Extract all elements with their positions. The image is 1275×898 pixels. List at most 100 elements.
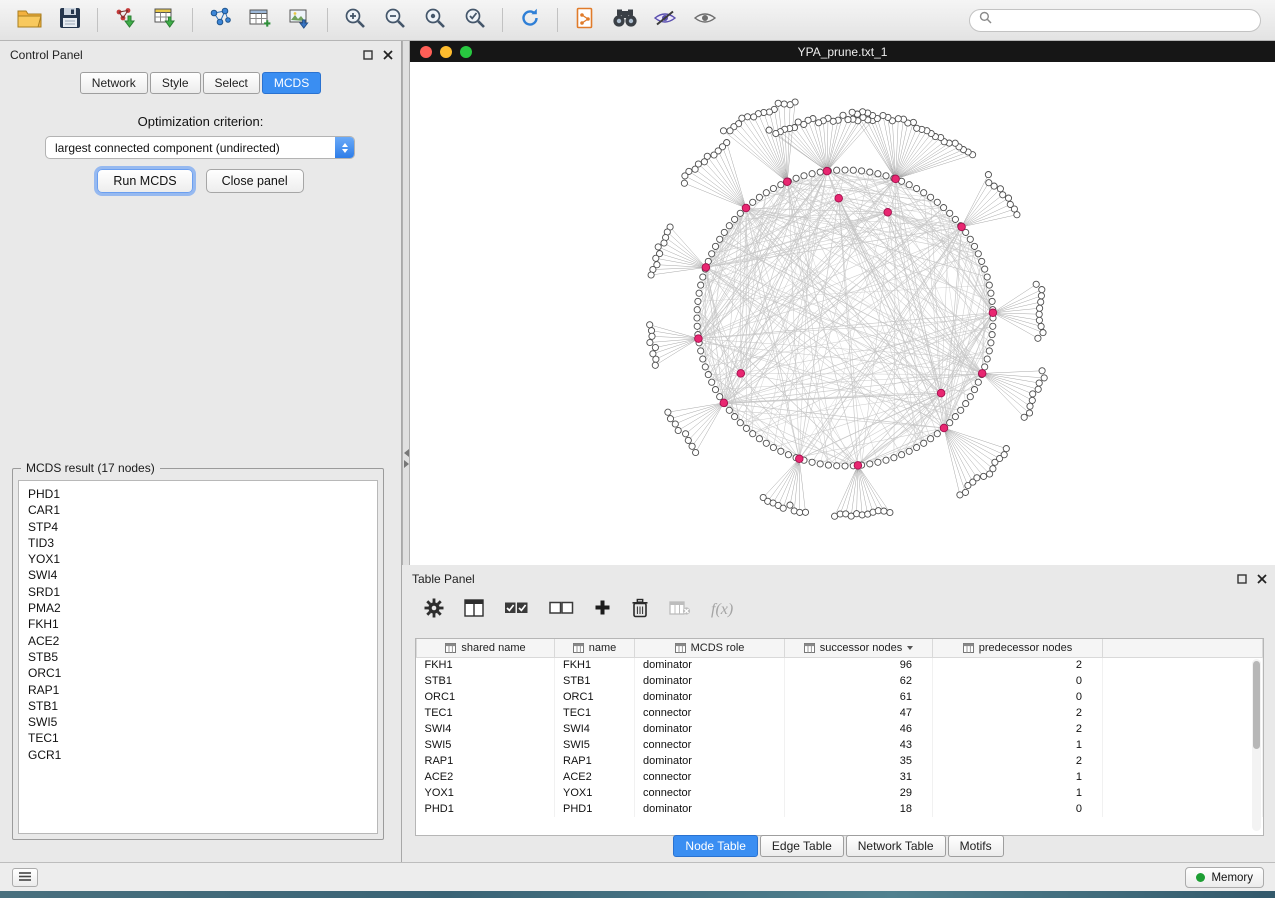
network-hub-node[interactable] xyxy=(989,309,997,317)
network-node[interactable] xyxy=(717,236,723,242)
network-hub-node[interactable] xyxy=(940,424,948,432)
network-node[interactable] xyxy=(921,190,927,196)
show-columns-button[interactable] xyxy=(464,599,484,622)
network-node[interactable] xyxy=(850,167,856,173)
network-node[interactable] xyxy=(647,339,653,345)
mcds-result-item[interactable]: STB5 xyxy=(28,649,377,665)
network-node[interactable] xyxy=(717,394,723,400)
network-node[interactable] xyxy=(891,455,897,461)
network-node[interactable] xyxy=(952,414,958,420)
network-node[interactable] xyxy=(647,322,653,328)
network-node[interactable] xyxy=(778,448,784,454)
network-hub-node[interactable] xyxy=(720,399,728,407)
network-node[interactable] xyxy=(1030,391,1036,397)
network-node[interactable] xyxy=(1036,311,1042,317)
network-node[interactable] xyxy=(652,344,658,350)
network-hub-node[interactable] xyxy=(958,223,966,231)
network-node[interactable] xyxy=(985,172,991,178)
network-node[interactable] xyxy=(712,387,718,393)
network-node[interactable] xyxy=(989,332,995,338)
column-header-successor-nodes[interactable]: successor nodes xyxy=(785,639,933,657)
network-node[interactable] xyxy=(1021,414,1027,420)
network-node[interactable] xyxy=(982,364,988,370)
mcds-result-item[interactable]: SWI4 xyxy=(28,567,377,583)
network-node[interactable] xyxy=(986,180,992,186)
network-node[interactable] xyxy=(655,244,661,250)
network-window-titlebar[interactable]: YPA_prune.txt_1 xyxy=(410,41,1275,62)
import-table-button[interactable] xyxy=(145,4,185,36)
mcds-result-item[interactable]: STP4 xyxy=(28,519,377,535)
network-node[interactable] xyxy=(1000,192,1006,198)
network-node[interactable] xyxy=(732,414,738,420)
network-node[interactable] xyxy=(781,101,787,107)
network-node[interactable] xyxy=(981,473,987,479)
network-node[interactable] xyxy=(934,199,940,205)
network-node[interactable] xyxy=(967,394,973,400)
network-node[interactable] xyxy=(984,274,990,280)
network-node[interactable] xyxy=(974,475,980,481)
find-button[interactable] xyxy=(605,4,645,36)
network-hub-node[interactable] xyxy=(783,178,791,186)
network-node[interactable] xyxy=(887,509,893,515)
network-node[interactable] xyxy=(750,431,756,437)
network-node[interactable] xyxy=(695,298,701,304)
network-node[interactable] xyxy=(971,387,977,393)
show-all-button[interactable] xyxy=(685,4,725,36)
network-node[interactable] xyxy=(649,333,655,339)
network-node[interactable] xyxy=(1005,195,1011,201)
mcds-result-item[interactable]: CAR1 xyxy=(28,502,377,518)
network-node[interactable] xyxy=(899,452,905,458)
mcds-result-item[interactable]: TID3 xyxy=(28,535,377,551)
memory-button[interactable]: Memory xyxy=(1185,867,1264,888)
network-node[interactable] xyxy=(883,457,889,463)
network-node[interactable] xyxy=(653,255,659,261)
network-hub-node[interactable] xyxy=(978,370,986,378)
window-minimize-traffic-icon[interactable] xyxy=(440,46,452,58)
table-row[interactable]: SWI4SWI4dominator462 xyxy=(417,721,1263,737)
network-node[interactable] xyxy=(990,323,996,329)
network-node[interactable] xyxy=(683,431,689,437)
network-node[interactable] xyxy=(700,356,706,362)
network-node[interactable] xyxy=(694,315,700,321)
show-panels-button[interactable] xyxy=(12,868,38,887)
network-node[interactable] xyxy=(875,171,881,177)
network-node[interactable] xyxy=(795,119,801,125)
table-settings-button[interactable] xyxy=(424,598,444,623)
network-node[interactable] xyxy=(859,168,865,174)
network-node[interactable] xyxy=(726,407,732,413)
select-all-button[interactable] xyxy=(504,600,529,621)
float-panel-icon[interactable] xyxy=(363,47,373,65)
network-node[interactable] xyxy=(751,114,757,120)
network-node[interactable] xyxy=(727,128,733,134)
mcds-result-item[interactable]: GCR1 xyxy=(28,747,377,763)
tab-network-table[interactable]: Network Table xyxy=(846,835,946,857)
network-node[interactable] xyxy=(648,328,654,334)
network-node[interactable] xyxy=(685,437,691,443)
network-node[interactable] xyxy=(1041,375,1047,381)
network-node[interactable] xyxy=(1039,287,1045,293)
network-node[interactable] xyxy=(709,379,715,385)
mcds-result-list[interactable]: PHD1CAR1STP4TID3YOX1SWI4SRD1PMA2FKH1ACE2… xyxy=(18,480,378,834)
network-node[interactable] xyxy=(1036,317,1042,323)
network-hub-node[interactable] xyxy=(854,462,862,470)
network-node[interactable] xyxy=(809,171,815,177)
open-folder-button[interactable] xyxy=(10,4,50,36)
zoom-fit-button[interactable] xyxy=(415,4,455,36)
float-panel-icon[interactable] xyxy=(1237,571,1247,589)
network-node[interactable] xyxy=(816,120,822,126)
window-close-traffic-icon[interactable] xyxy=(420,46,432,58)
network-node[interactable] xyxy=(895,116,901,122)
network-node[interactable] xyxy=(721,229,727,235)
network-graph[interactable] xyxy=(410,62,1275,565)
network-node[interactable] xyxy=(958,407,964,413)
network-node[interactable] xyxy=(988,290,994,296)
network-node[interactable] xyxy=(849,109,855,115)
network-node[interactable] xyxy=(984,356,990,362)
network-hub-node[interactable] xyxy=(742,204,750,212)
network-node[interactable] xyxy=(881,508,887,514)
network-node[interactable] xyxy=(743,425,749,431)
network-node[interactable] xyxy=(986,348,992,354)
collapse-right-icon[interactable] xyxy=(404,460,409,468)
network-node[interactable] xyxy=(842,463,848,469)
network-node[interactable] xyxy=(653,356,659,362)
